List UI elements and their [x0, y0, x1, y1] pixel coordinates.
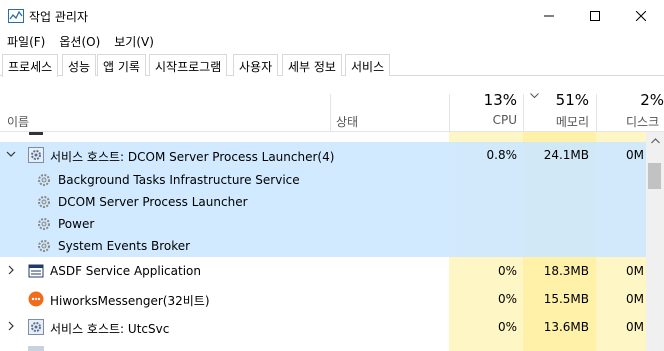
disk-value: 0M [626, 148, 644, 162]
cpu-value: 0% [497, 320, 517, 334]
gear-icon [38, 218, 50, 230]
column-separator [523, 94, 524, 132]
tab-app-history[interactable]: 앱 기록 [97, 54, 146, 76]
process-name: 서비스 호스트: UtcSvc [50, 322, 170, 336]
row-icon-partial [28, 346, 44, 351]
disk-usage-total[interactable]: 2% [620, 91, 664, 109]
disk-value: 0M [626, 292, 644, 306]
memory-value: 15.5MB [543, 292, 589, 306]
tab-startup[interactable]: 시작프로그램 [149, 54, 228, 76]
memory-value: 24.1MB [543, 148, 589, 162]
memory-usage-total[interactable]: 51% [540, 91, 589, 109]
process-name: HiworksMessenger(32비트) [50, 294, 210, 308]
table-row-child[interactable]: Power [0, 213, 646, 235]
minimize-button[interactable] [526, 0, 572, 31]
service-name: Background Tasks Infrastructure Service [58, 173, 300, 187]
disk-value: 0M [626, 264, 644, 278]
column-status-header[interactable]: 상태 [336, 113, 358, 130]
table-row[interactable]: 서비스 호스트: DCOM Server Process Launcher(4)… [0, 144, 646, 166]
column-name-header[interactable]: 이름 [7, 113, 29, 130]
menu-bar: 파일(F) 옵션(O) 보기(V) [0, 31, 161, 51]
gear-icon [38, 174, 50, 186]
chevron-down-icon[interactable] [6, 149, 16, 159]
close-button[interactable] [618, 0, 664, 31]
memory-value: 13.6MB [543, 320, 589, 334]
service-name: System Events Broker [58, 239, 191, 253]
menu-file[interactable]: 파일(F) [0, 31, 52, 51]
chevron-up-icon [650, 137, 660, 143]
tab-users[interactable]: 사용자 [233, 54, 279, 76]
service-name: DCOM Server Process Launcher [58, 195, 248, 209]
cpu-value: 0% [497, 292, 517, 306]
chevron-right-icon[interactable] [6, 265, 16, 275]
table-row[interactable]: ASDF Service Application 0% 18.3MB 0M [0, 260, 646, 282]
gear-icon [28, 319, 44, 335]
chat-bubble-icon [28, 291, 44, 307]
disk-value: 0M [626, 320, 644, 334]
tab-processes[interactable]: 프로세스 [2, 54, 59, 77]
maximize-button[interactable] [572, 0, 618, 31]
process-name: ASDF Service Application [50, 264, 201, 278]
row-icon-partial [29, 132, 43, 135]
table-row[interactable]: 서비스 호스트: UtcSvc 0% 13.6MB 0M [0, 316, 646, 338]
column-memory-header[interactable]: 메모리 [540, 113, 589, 130]
tab-performance[interactable]: 성능 [62, 54, 97, 76]
column-disk-header[interactable]: 디스크 [626, 113, 664, 130]
tab-strip: 프로세스 성능 앱 기록 시작프로그램 사용자 세부 정보 서비스 [0, 54, 664, 77]
maximize-icon [590, 10, 600, 21]
table-row-child[interactable]: System Events Broker [0, 235, 646, 257]
column-separator [596, 94, 597, 132]
service-name: Power [58, 217, 95, 231]
window-icon [28, 264, 44, 278]
table-row-child[interactable]: DCOM Server Process Launcher [0, 191, 646, 213]
menu-options[interactable]: 옵션(O) [52, 31, 107, 51]
tab-details[interactable]: 세부 정보 [282, 54, 342, 76]
table-row-child[interactable]: Background Tasks Infrastructure Service [0, 169, 646, 191]
minimize-icon [544, 15, 554, 16]
menu-view[interactable]: 보기(V) [107, 31, 161, 51]
scroll-up-button[interactable] [646, 132, 664, 149]
memory-value: 18.3MB [543, 264, 589, 278]
task-manager-icon [8, 9, 24, 23]
gear-icon [38, 240, 50, 252]
window-title: 작업 관리자 [29, 10, 89, 24]
table-row[interactable]: HiworksMessenger(32비트) 0% 15.5MB 0M [0, 288, 646, 310]
chevron-right-icon[interactable] [6, 321, 16, 331]
close-icon [636, 10, 646, 21]
column-separator [330, 94, 331, 132]
cpu-value: 0% [497, 264, 517, 278]
scrollbar-thumb[interactable] [648, 163, 661, 189]
process-name: 서비스 호스트: DCOM Server Process Launcher(4) [50, 150, 335, 164]
column-cpu-header[interactable]: CPU [470, 113, 517, 127]
gear-icon [38, 196, 50, 208]
cpu-value: 0.8% [486, 148, 518, 162]
sort-chevron-down-icon [530, 93, 539, 99]
cpu-usage-total[interactable]: 13% [470, 91, 517, 109]
tab-services[interactable]: 서비스 [345, 54, 391, 76]
title-bar: 작업 관리자 [0, 0, 664, 31]
gear-icon [28, 147, 44, 163]
column-separator [449, 94, 450, 132]
